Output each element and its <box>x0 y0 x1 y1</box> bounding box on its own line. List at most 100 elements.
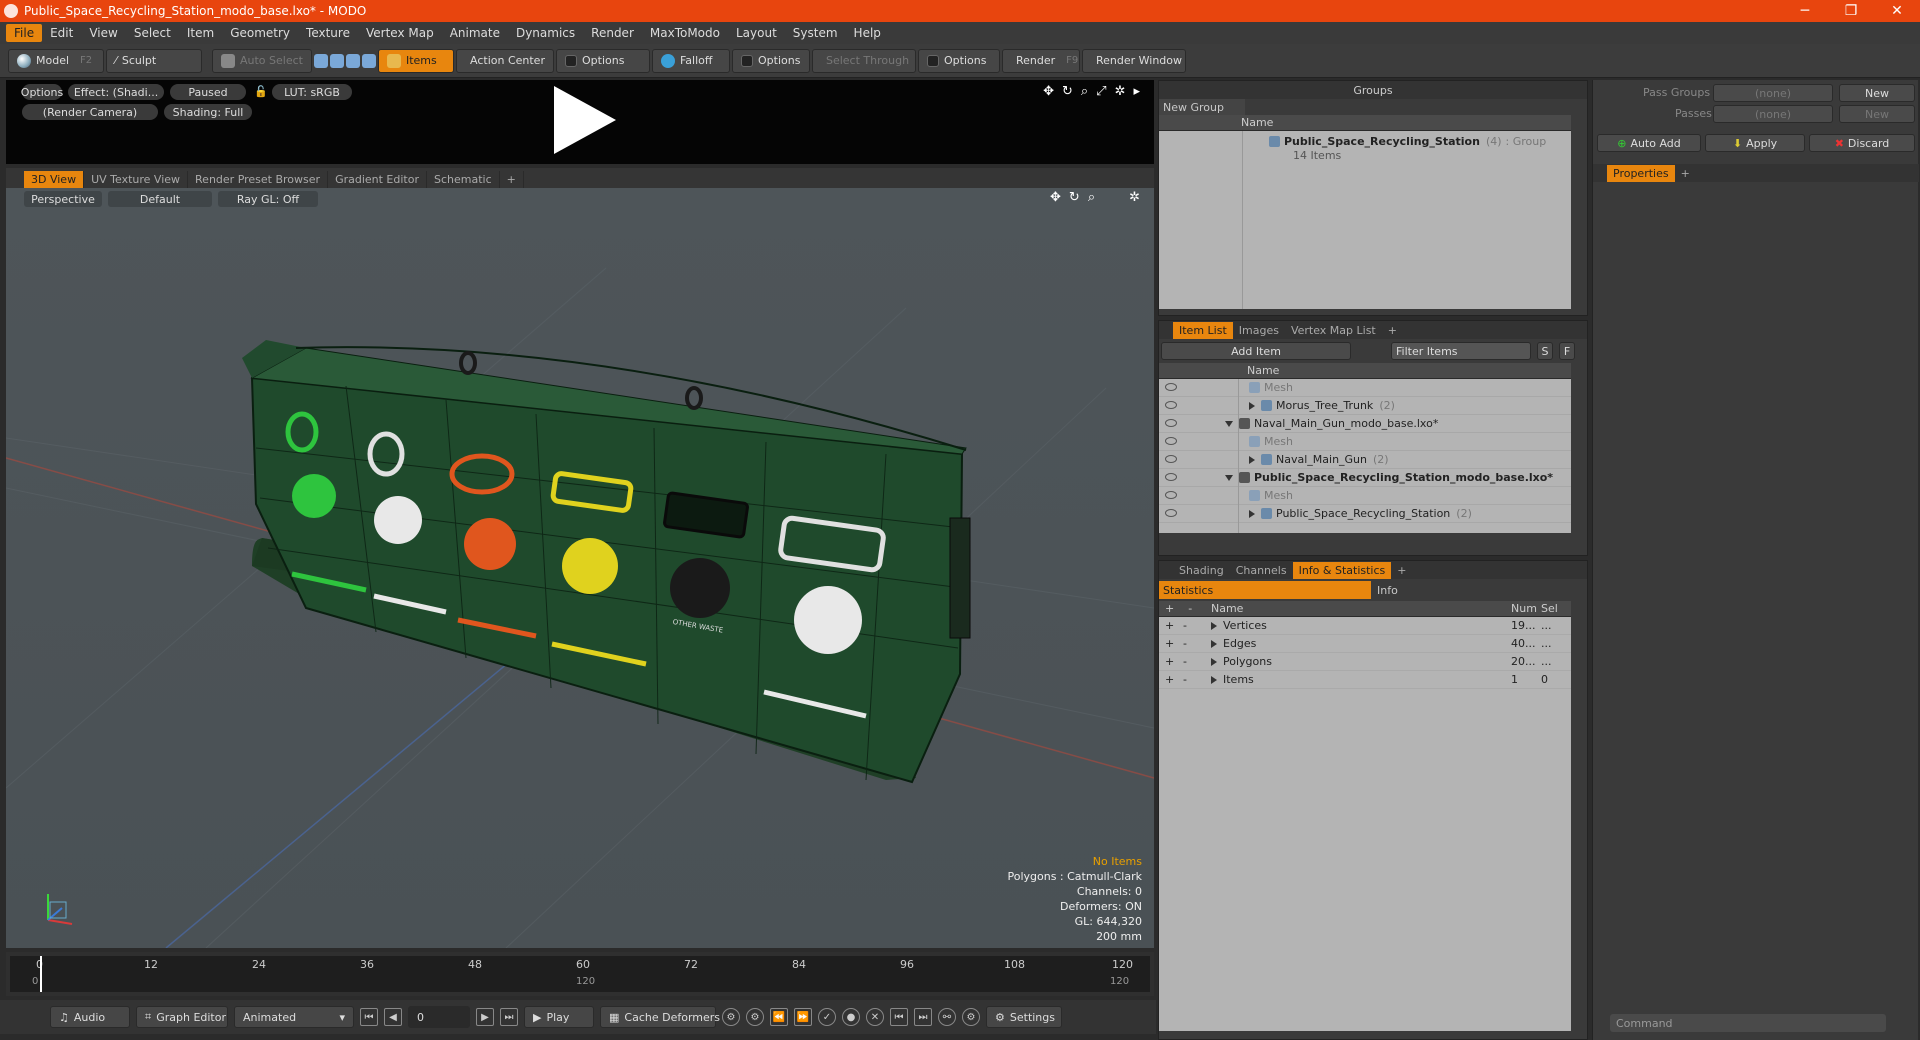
anim-key-icon[interactable]: ⚙ <box>962 1008 980 1026</box>
menu-maxtomodo[interactable]: MaxToModo <box>642 24 728 42</box>
expand-plus-icon[interactable]: + <box>1159 619 1183 632</box>
menu-geometry[interactable]: Geometry <box>222 24 298 42</box>
groups-list[interactable]: Public_Space_Recycling_Station (4) : Gro… <box>1159 131 1571 309</box>
add-tab-button[interactable]: + <box>500 171 524 188</box>
item-list[interactable]: Mesh Morus_Tree_Trunk (2) Naval_Main_Gun_mo… <box>1159 379 1571 533</box>
step-back-icon[interactable]: ◀ <box>384 1008 402 1026</box>
tab-gradient-editor[interactable]: Gradient Editor <box>328 171 427 188</box>
tab-vertex-map-list[interactable]: Vertex Map List <box>1285 322 1382 339</box>
select-through-button[interactable]: Select Through <box>811 48 916 73</box>
edges-mode-icon[interactable] <box>329 53 344 68</box>
collapse-minus-icon[interactable]: - <box>1183 655 1211 668</box>
tab-uv-texture-view[interactable]: UV Texture View <box>84 171 189 188</box>
vertices-mode-icon[interactable] <box>313 53 328 68</box>
menu-dynamics[interactable]: Dynamics <box>508 24 583 42</box>
add-item-button[interactable]: Add Item <box>1161 342 1351 360</box>
command-input[interactable]: Command <box>1610 1014 1886 1032</box>
expand-triangle-icon[interactable] <box>1211 621 1217 630</box>
tab-images[interactable]: Images <box>1233 322 1285 339</box>
falloff-button[interactable]: Falloff <box>651 48 730 73</box>
audio-button[interactable]: ♫ Audio <box>50 1006 130 1028</box>
menu-item[interactable]: Item <box>179 24 222 42</box>
menu-render[interactable]: Render <box>583 24 642 42</box>
viewport-3d[interactable]: Perspective Default Ray GL: Off ✥↻⌕✲ <box>6 188 1154 948</box>
paused-button[interactable]: Paused <box>170 84 246 100</box>
collapse-triangle-icon[interactable] <box>1249 455 1255 464</box>
new-pass-button[interactable]: New <box>1839 105 1915 123</box>
timeline[interactable]: 0 12 24 36 48 60 72 84 96 108 120 0 120 … <box>6 952 1154 996</box>
apply-button[interactable]: ⬇ Apply <box>1705 134 1805 152</box>
skip-end-icon[interactable]: ⏭ <box>500 1008 518 1026</box>
menu-edit[interactable]: Edit <box>42 24 81 42</box>
lut-dropdown[interactable]: LUT: sRGB <box>272 84 352 100</box>
passes-dropdown[interactable]: (none) <box>1713 105 1833 123</box>
stats-row[interactable]: + - Edges 40...... <box>1159 635 1571 653</box>
collapse-triangle-icon[interactable] <box>1249 509 1255 518</box>
move-icon[interactable]: ✥ <box>1043 84 1054 99</box>
prev-frame-icon[interactable]: ⏮ <box>890 1008 908 1026</box>
add-panel-tab[interactable]: + <box>1382 322 1403 339</box>
preview-options-button[interactable]: Options <box>21 84 63 100</box>
prev-key-icon[interactable]: ⏪ <box>770 1008 788 1026</box>
pass-groups-dropdown[interactable]: (none) <box>1713 84 1833 102</box>
action-center-button[interactable]: Action Center <box>455 48 554 73</box>
auto-key-icon[interactable]: ⚙ <box>746 1008 764 1026</box>
zoom-icon[interactable]: ⌕ <box>1081 84 1088 99</box>
filter-f-button[interactable]: F <box>1559 342 1575 360</box>
collapse-minus-icon[interactable]: - <box>1183 637 1211 650</box>
discard-button[interactable]: ✖ Discard <box>1809 134 1915 152</box>
camera-dropdown[interactable]: (Render Camera) <box>22 104 158 120</box>
add-properties-tab[interactable]: + <box>1675 165 1696 182</box>
new-pass-group-button[interactable]: New <box>1839 84 1915 102</box>
tab-shading[interactable]: Shading <box>1173 562 1230 579</box>
lock-icon[interactable]: 🔓 <box>254 85 268 98</box>
animated-dropdown[interactable]: Animated ▾ <box>234 1006 354 1028</box>
menu-select[interactable]: Select <box>126 24 179 42</box>
key-delete-icon[interactable]: ✕ <box>866 1008 884 1026</box>
statistics-list[interactable]: + - Vertices 19...... + - Edges 40...... + - Polyg… <box>1159 617 1571 1031</box>
tab-schematic[interactable]: Schematic <box>427 171 500 188</box>
menu-texture[interactable]: Texture <box>298 24 358 42</box>
tab-3d-view[interactable]: 3D View <box>24 171 85 188</box>
gear-icon[interactable]: ✲ <box>1115 84 1126 99</box>
graph-editor-button[interactable]: ⌗ Graph Editor <box>136 1006 228 1028</box>
group-row[interactable]: Public_Space_Recycling_Station (4) : Gro… <box>1269 135 1546 148</box>
key-icon[interactable]: ⚙ <box>722 1008 740 1026</box>
step-forward-icon[interactable]: ▶ <box>476 1008 494 1026</box>
model-button[interactable]: Model F2 <box>8 48 104 73</box>
tab-channels[interactable]: Channels <box>1230 562 1293 579</box>
action-center-options-button[interactable]: Options <box>555 48 650 73</box>
tab-item-list[interactable]: Item List <box>1173 322 1233 339</box>
stats-row[interactable]: + - Polygons 20...... <box>1159 653 1571 671</box>
stats-row[interactable]: + - Vertices 19...... <box>1159 617 1571 635</box>
auto-select-button[interactable]: Auto Select <box>212 48 312 73</box>
tab-properties[interactable]: Properties <box>1607 165 1675 182</box>
stats-row[interactable]: + - Items 1 0 <box>1159 671 1571 689</box>
collapse-triangle-icon[interactable] <box>1249 401 1255 410</box>
menu-system[interactable]: System <box>785 24 846 42</box>
menu-view[interactable]: View <box>81 24 125 42</box>
link-icon[interactable]: ⚯ <box>938 1008 956 1026</box>
render-button[interactable]: Render F9 <box>1001 48 1080 73</box>
menu-layout[interactable]: Layout <box>728 24 785 42</box>
filter-items-input[interactable]: Filter Items <box>1391 342 1531 360</box>
menu-vertex-map[interactable]: Vertex Map <box>358 24 442 42</box>
key-check-icon[interactable]: ✓ <box>818 1008 836 1026</box>
shading-dropdown[interactable]: Shading: Full <box>164 104 252 120</box>
playhead[interactable] <box>40 956 42 992</box>
expand-plus-icon[interactable]: + <box>1159 655 1183 668</box>
close-icon[interactable]: ✕ <box>1874 3 1920 19</box>
render-window-button[interactable]: Render Window <box>1081 48 1186 73</box>
play-button[interactable]: ▶ Play <box>524 1006 594 1028</box>
cache-deformers-button[interactable]: ▦ Cache Deformers <box>600 1006 720 1028</box>
expand-plus-icon[interactable]: + <box>1159 637 1183 650</box>
skip-start-icon[interactable]: ⏮ <box>360 1008 378 1026</box>
frame-input[interactable]: 0 <box>408 1006 470 1028</box>
arrow-right-icon[interactable]: ▸ <box>1133 84 1140 99</box>
expand-plus-icon[interactable]: + <box>1159 673 1183 686</box>
next-key-icon[interactable]: ⏩ <box>794 1008 812 1026</box>
filter-s-button[interactable]: S <box>1537 342 1553 360</box>
play-icon[interactable] <box>554 86 616 154</box>
tab-info-statistics[interactable]: Info & Statistics <box>1292 562 1392 579</box>
statistics-tab[interactable]: Statistics <box>1159 581 1371 599</box>
